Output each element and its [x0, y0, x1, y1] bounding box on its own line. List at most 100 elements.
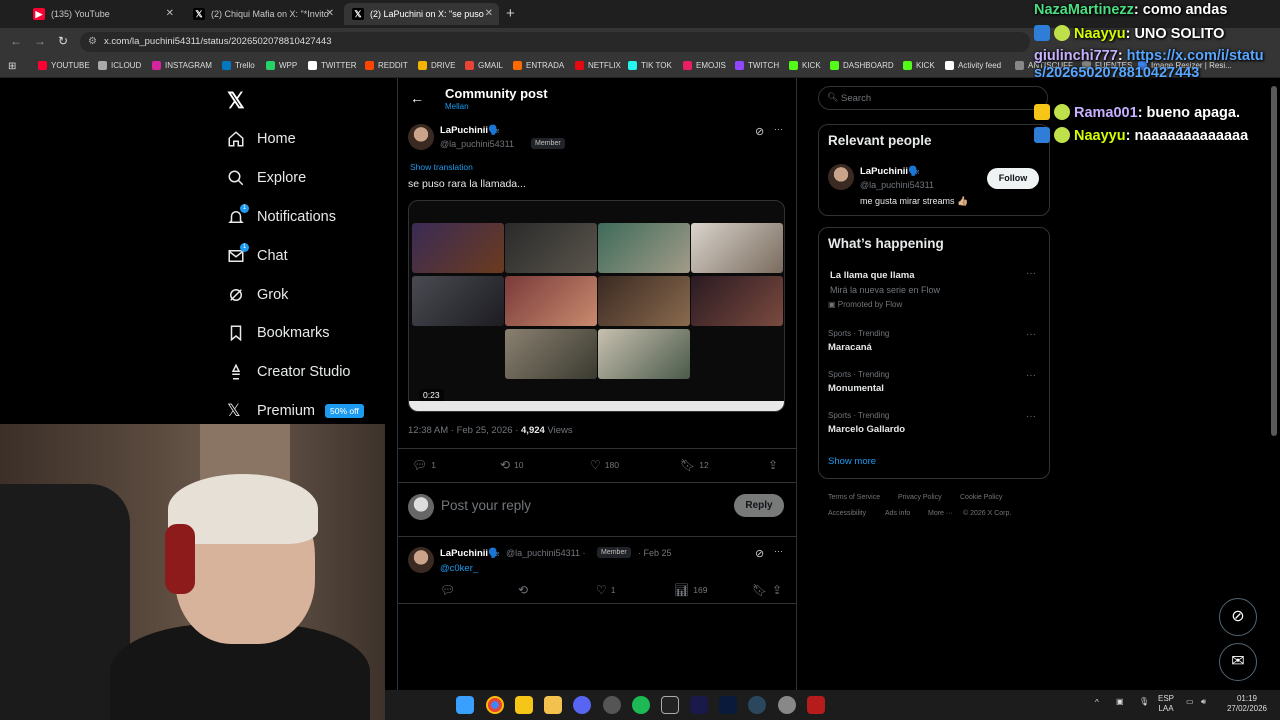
close-icon[interactable]: ✕: [485, 8, 493, 19]
nav-creator-studio[interactable]: Creator Studio: [227, 363, 351, 381]
reply-bookmark-action[interactable]: 🔖︎: [752, 583, 771, 597]
follow-button[interactable]: Follow: [987, 168, 1039, 189]
avatar[interactable]: [408, 547, 434, 573]
bookmark-netflix[interactable]: NETFLIX: [575, 61, 621, 70]
reply-comment-action[interactable]: 💬︎: [440, 583, 459, 597]
community-name[interactable]: Mellan: [445, 102, 469, 111]
nav-explore[interactable]: Explore: [227, 169, 306, 187]
obs-icon[interactable]: [603, 696, 621, 714]
bookmark-twitch[interactable]: TWITCH: [735, 61, 779, 70]
nav-premium[interactable]: 𝕏 Premium 50% off: [227, 402, 364, 420]
bookmark-tiktok[interactable]: TIK TOK: [628, 61, 672, 70]
site-info-icon[interactable]: ⚙: [88, 36, 97, 47]
forward-arrow-icon[interactable]: →: [34, 34, 46, 48]
trend-name[interactable]: Maracaná: [828, 342, 872, 353]
page-scrollbar[interactable]: [1271, 86, 1277, 436]
tray-app-icon[interactable]: ▣: [1116, 697, 1124, 707]
bookmark-drive[interactable]: DRIVE: [418, 61, 455, 70]
grok-icon[interactable]: ⊘: [755, 547, 764, 560]
bookmark-youtube[interactable]: YOUTUBE: [38, 61, 90, 70]
bookmark-twitter[interactable]: TWITTER: [308, 61, 357, 70]
bookmark-wpp[interactable]: WPP: [266, 61, 297, 70]
reply-repost-action[interactable]: ⟲: [518, 583, 532, 597]
back-arrow-icon[interactable]: ←: [410, 90, 424, 106]
person-name[interactable]: LaPuchinii🗣️: [860, 166, 920, 177]
author-name[interactable]: LaPuchinii🗣️: [440, 125, 500, 136]
steam-icon[interactable]: [748, 696, 766, 714]
notes-icon[interactable]: [515, 696, 533, 714]
reply-author-handle[interactable]: @la_puchini54311 ·: [506, 548, 586, 558]
bookmark-emojis[interactable]: EMOJIS: [683, 61, 726, 70]
reply-date[interactable]: · Feb 25: [638, 548, 672, 558]
app-icon[interactable]: [778, 696, 796, 714]
footer-accessibility[interactable]: Accessibility: [828, 510, 866, 517]
show-more-link[interactable]: Show more: [828, 456, 876, 467]
apps-grid-icon[interactable]: ⊞: [8, 61, 16, 72]
nav-bookmarks[interactable]: Bookmarks: [227, 324, 330, 342]
bookmark-kick[interactable]: KICK: [789, 61, 821, 70]
bookmark-reddit[interactable]: REDDIT: [365, 61, 408, 70]
footer-ads-info[interactable]: Ads info: [885, 510, 910, 517]
folder-icon[interactable]: [544, 696, 562, 714]
chevron-up-icon[interactable]: ^: [1095, 698, 1099, 708]
person-handle[interactable]: @la_puchini54311: [860, 180, 934, 190]
close-icon[interactable]: ✕: [166, 8, 174, 19]
reload-icon[interactable]: ↻: [58, 34, 68, 48]
promo-title[interactable]: La llama que llama: [830, 270, 914, 281]
current-user-avatar[interactable]: [408, 494, 434, 520]
tab-youtube[interactable]: ▶ (135) YouTube ✕: [25, 3, 180, 25]
address-bar[interactable]: ⚙ x.com/la_puchini54311/status/202650207…: [80, 32, 1030, 52]
reply-like-action[interactable]: ♡ 1: [596, 583, 616, 597]
trend-name[interactable]: Marcelo Gallardo: [828, 424, 905, 435]
volume-icon[interactable]: 🔊︎: [1201, 697, 1206, 707]
mic-icon[interactable]: 🎙︎: [1139, 697, 1149, 707]
messages-fab[interactable]: ✉: [1219, 643, 1257, 681]
new-tab-button[interactable]: +: [506, 5, 515, 22]
more-options-icon[interactable]: ···: [1026, 370, 1036, 381]
nav-grok[interactable]: Grok: [227, 286, 288, 304]
spotify-icon[interactable]: [632, 696, 650, 714]
nav-chat[interactable]: 1 Chat: [227, 243, 288, 265]
show-translation-link[interactable]: Show translation: [410, 162, 473, 172]
nav-home[interactable]: Home: [227, 130, 296, 148]
like-action[interactable]: ♡ 180: [590, 458, 619, 472]
more-options-icon[interactable]: ···: [1026, 329, 1036, 340]
bookmark-action[interactable]: 🔖︎ 12: [680, 458, 709, 472]
close-icon[interactable]: ✕: [326, 8, 334, 19]
repost-action[interactable]: ⟲ 10: [500, 458, 524, 472]
trend-name[interactable]: Monumental: [828, 383, 884, 394]
grok-fab[interactable]: ⊘: [1219, 598, 1257, 636]
nav-notifications[interactable]: 1 Notifications: [227, 204, 336, 226]
bookmark-trello[interactable]: Trello: [222, 61, 255, 70]
app-icon[interactable]: [661, 696, 679, 714]
search-input[interactable]: 🔍︎ Search: [818, 86, 1048, 110]
avatar[interactable]: [408, 124, 434, 150]
premiere-icon[interactable]: [690, 696, 708, 714]
monitor-icon[interactable]: ▭: [1186, 697, 1194, 707]
bookmark-instagram[interactable]: INSTAGRAM: [152, 61, 212, 70]
more-options-icon[interactable]: ···: [1026, 268, 1036, 279]
photoshop-icon[interactable]: [719, 696, 737, 714]
footer-more[interactable]: More ···: [928, 510, 953, 517]
footer-terms[interactable]: Terms of Service: [828, 494, 880, 501]
author-handle[interactable]: @la_puchini54311: [440, 139, 514, 149]
reply-share-action[interactable]: ⇪: [772, 583, 786, 597]
tab-lapuchini[interactable]: 𝕏 (2) LaPuchini on X: "se puso ✕: [344, 3, 499, 25]
start-menu-icon[interactable]: [456, 696, 474, 714]
more-options-icon[interactable]: ···: [774, 546, 783, 556]
footer-privacy[interactable]: Privacy Policy: [898, 494, 942, 501]
discord-icon[interactable]: [573, 696, 591, 714]
reply-author-name[interactable]: LaPuchinii🗣️: [440, 548, 500, 559]
bookmark-entrada[interactable]: ENTRADA: [513, 61, 564, 70]
post-timestamp[interactable]: 12:38 AM · Feb 25, 2026 ·: [408, 425, 521, 436]
footer-cookie[interactable]: Cookie Policy: [960, 494, 1002, 501]
language-indicator[interactable]: ESP LAA: [1158, 694, 1174, 714]
share-action[interactable]: ⇪: [768, 458, 782, 472]
avatar[interactable]: [828, 164, 854, 190]
more-options-icon[interactable]: ···: [1026, 411, 1036, 422]
app-icon[interactable]: [807, 696, 825, 714]
bookmark-dashboard[interactable]: DASHBOARD: [830, 61, 894, 70]
x-logo-icon[interactable]: 𝕏: [227, 88, 245, 114]
reply-button[interactable]: Reply: [734, 494, 784, 517]
more-options-icon[interactable]: ···: [774, 124, 783, 134]
